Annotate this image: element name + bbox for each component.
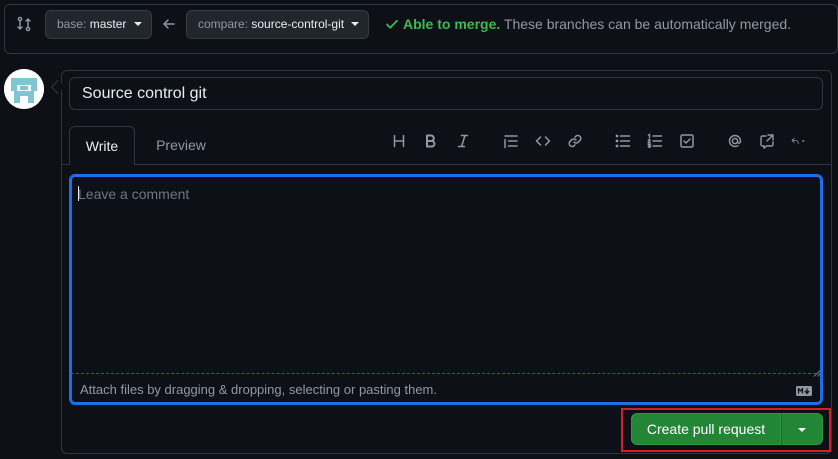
- chevron-down-icon: [351, 21, 360, 26]
- mention-icon[interactable]: [727, 133, 743, 149]
- markdown-icon[interactable]: [796, 383, 812, 396]
- merge-status: Able to merge. These branches can be aut…: [384, 16, 791, 32]
- reply-icon[interactable]: [791, 133, 821, 149]
- chevron-down-icon: [798, 428, 806, 432]
- link-icon[interactable]: [567, 133, 583, 149]
- comment-placeholder: Leave a comment: [78, 186, 190, 202]
- comment-box[interactable]: [69, 174, 823, 405]
- check-icon: [384, 16, 400, 32]
- heading-icon[interactable]: [391, 133, 407, 149]
- unordered-list-icon[interactable]: [615, 133, 631, 149]
- create-pull-request-button[interactable]: Create pull request: [631, 413, 781, 445]
- base-value: master: [89, 17, 127, 31]
- chevron-down-icon: [133, 21, 142, 26]
- text-cursor: [78, 186, 79, 201]
- merge-description: These branches can be automatically merg…: [503, 16, 792, 32]
- avatar[interactable]: [4, 69, 44, 109]
- git-compare-icon: [16, 16, 32, 32]
- merge-ok-text: Able to merge.: [403, 16, 501, 32]
- cross-reference-icon[interactable]: [759, 133, 775, 149]
- base-branch-select[interactable]: base: master: [45, 10, 152, 39]
- ordered-list-icon[interactable]: [647, 133, 663, 149]
- arrow-left-icon: [162, 17, 176, 31]
- create-options-dropdown-button[interactable]: [781, 413, 823, 445]
- tab-write[interactable]: Write: [69, 126, 135, 165]
- bold-icon[interactable]: [423, 133, 439, 149]
- base-label: base:: [57, 17, 87, 31]
- compare-branch-select[interactable]: compare: source-control-git: [186, 10, 369, 39]
- title-input[interactable]: Source control git: [69, 77, 823, 110]
- task-list-icon[interactable]: [679, 133, 695, 149]
- compare-label: compare:: [198, 17, 249, 31]
- attach-files-text[interactable]: Attach files by dragging & dropping, sel…: [80, 382, 437, 397]
- attach-divider: [71, 373, 821, 374]
- tab-preview[interactable]: Preview: [145, 126, 217, 165]
- compare-value: source-control-git: [251, 17, 345, 31]
- resize-handle-icon[interactable]: [813, 364, 821, 377]
- italic-icon[interactable]: [455, 133, 471, 149]
- quote-icon[interactable]: [503, 133, 519, 149]
- code-icon[interactable]: [535, 133, 551, 149]
